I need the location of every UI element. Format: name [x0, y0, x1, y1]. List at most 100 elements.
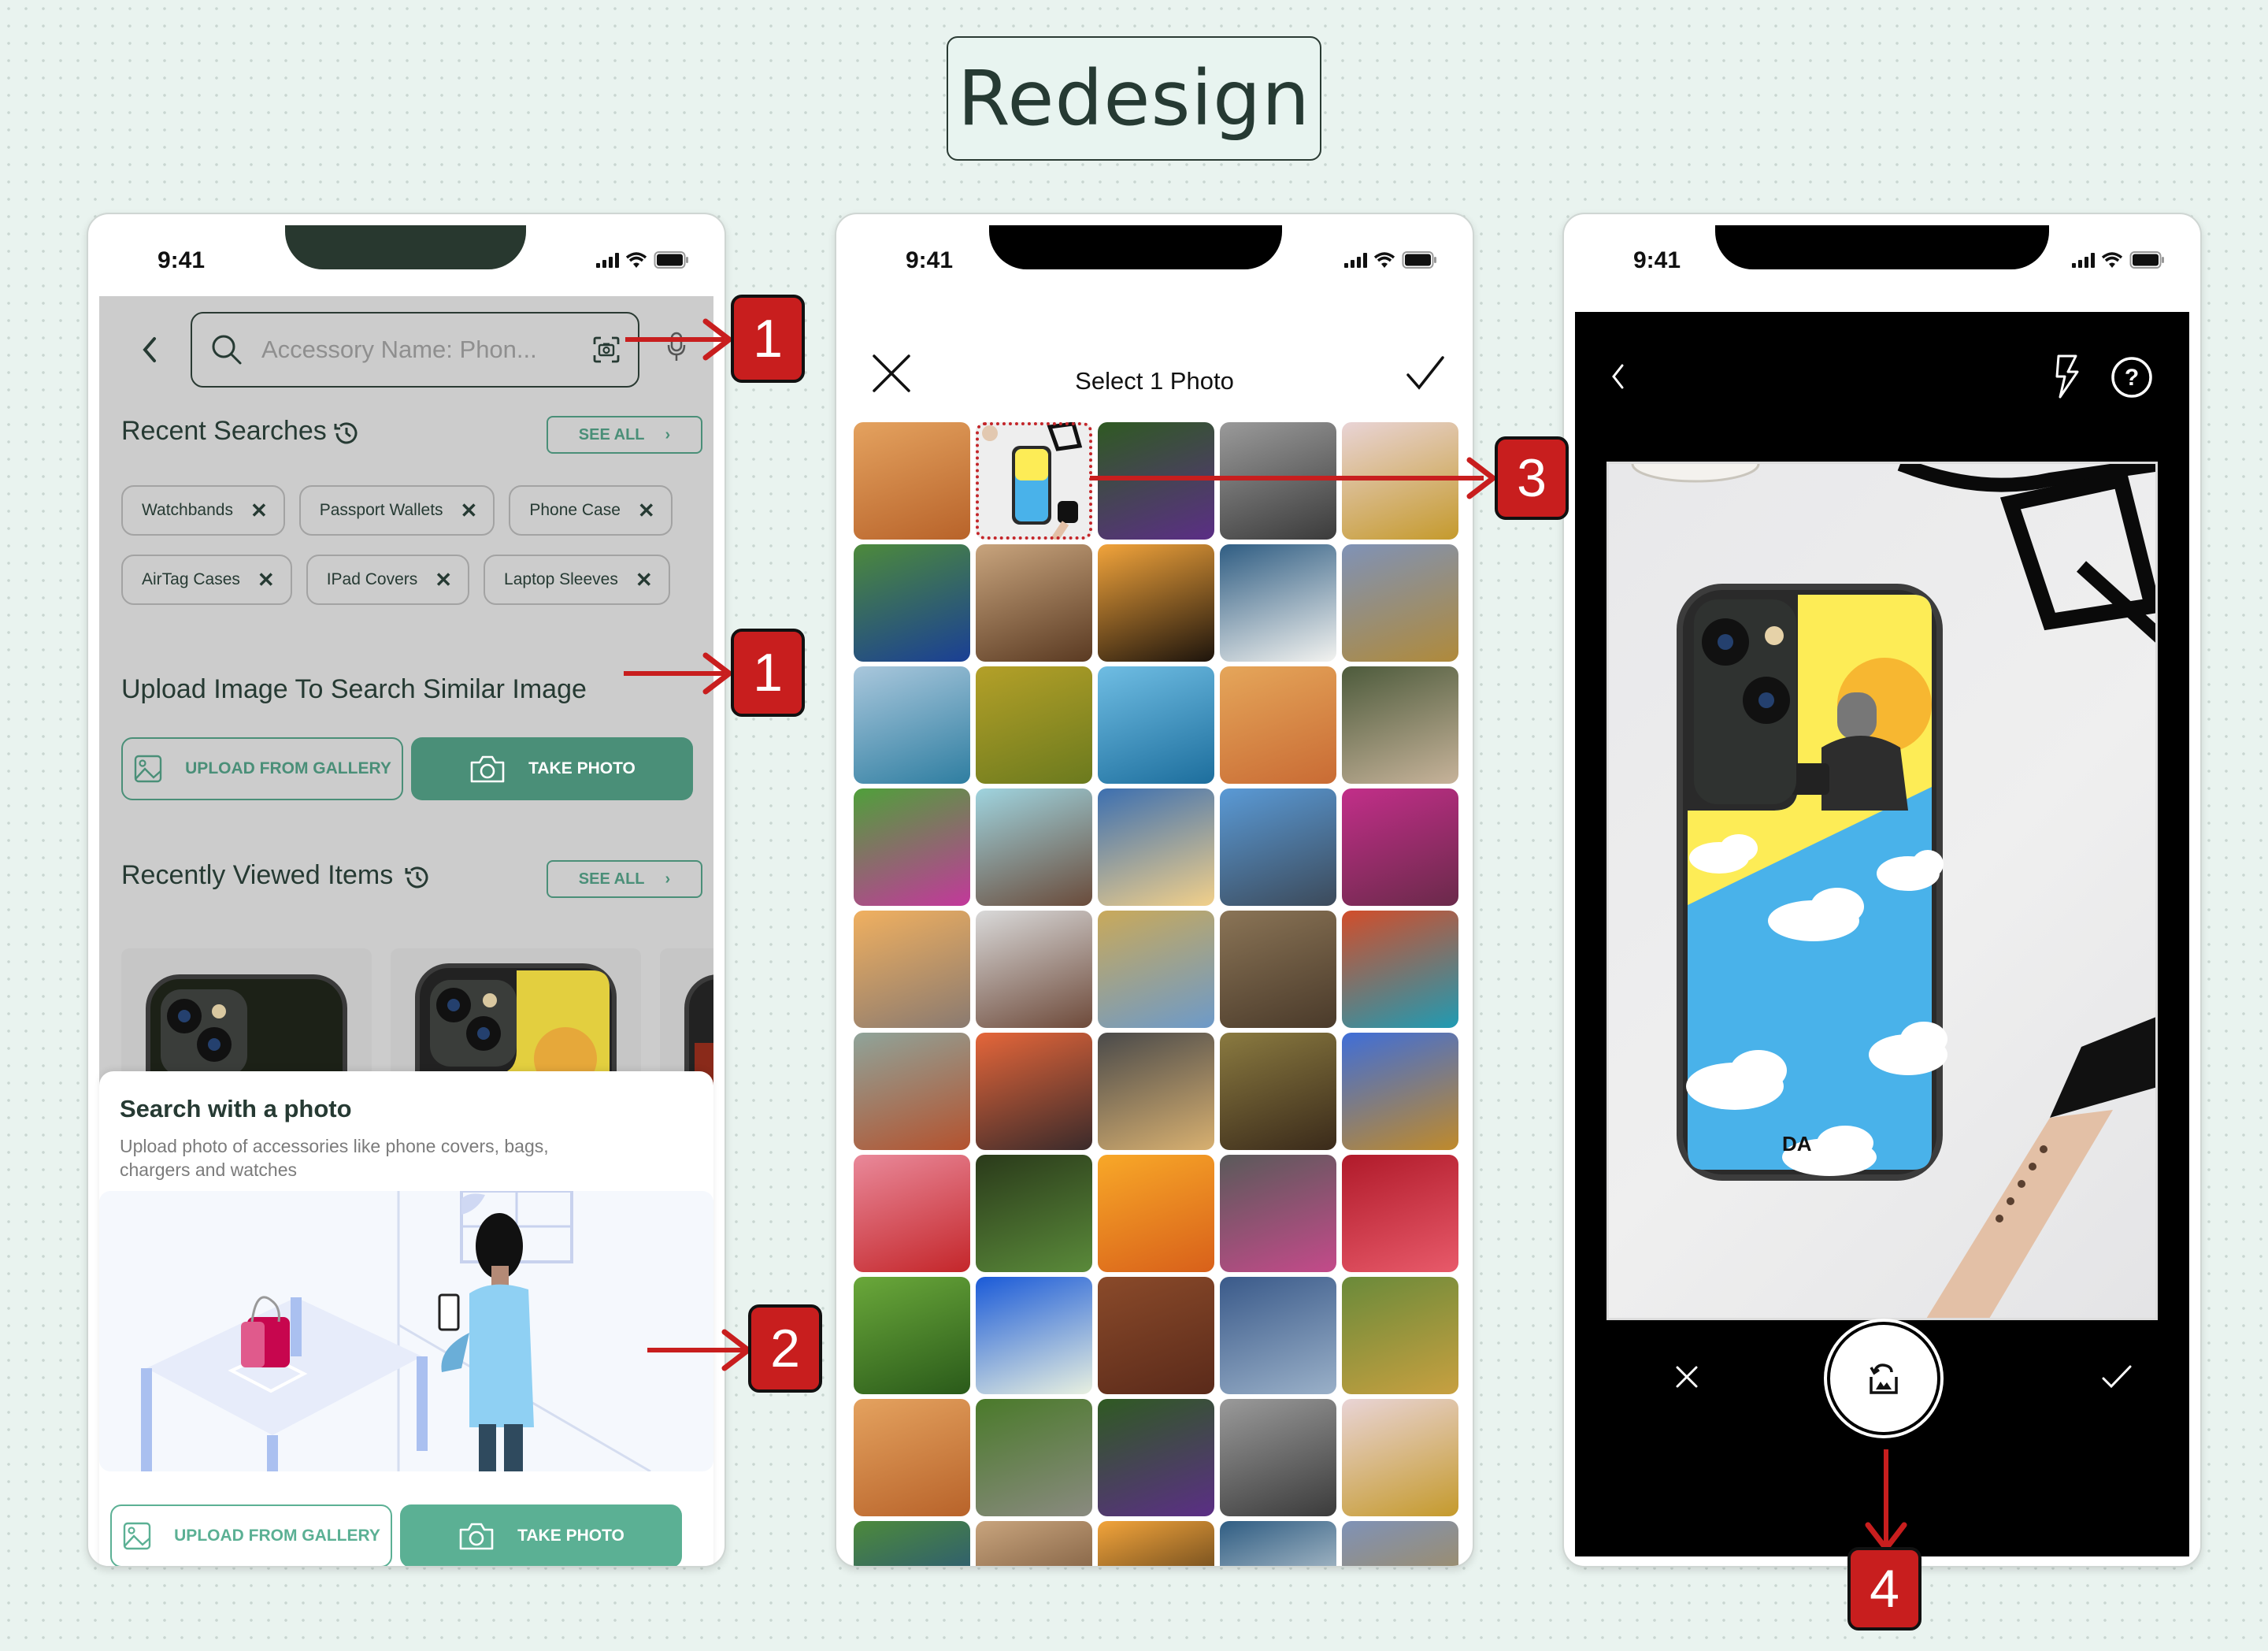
chevron-right-icon: › — [665, 870, 671, 888]
photo-tile-woman-portrait[interactable] — [1220, 666, 1336, 784]
photo-tile-orange-sky[interactable] — [1098, 1155, 1214, 1272]
photo-tile-woman-hat[interactable] — [1342, 666, 1458, 784]
photo-tile-holi-dancer[interactable] — [1342, 788, 1458, 906]
signal-icon — [1344, 252, 1367, 268]
search-chip[interactable]: Laptop Sleeves ✕ — [484, 555, 670, 605]
annotation-badge-4: 4 — [1847, 1547, 1922, 1631]
search-bar[interactable] — [191, 312, 639, 388]
photo-tile-organ[interactable] — [976, 544, 1092, 662]
photo-tile-dirt-road[interactable] — [1098, 911, 1214, 1028]
wifi-icon — [2101, 252, 2123, 268]
photo-tile-wolves[interactable] — [1220, 1277, 1336, 1394]
page-title: Redesign — [947, 36, 1321, 161]
photo-tile-white-flower[interactable] — [1220, 1521, 1336, 1566]
flash-icon[interactable] — [2054, 354, 2081, 399]
take-photo-button[interactable]: TAKE PHOTO — [411, 737, 693, 800]
gallery-shutter-button[interactable] — [1830, 1325, 1937, 1432]
photo-tile-desert[interactable] — [854, 422, 970, 540]
photo-tile-railway[interactable] — [1220, 422, 1336, 540]
photo-tile-blue-butterfly[interactable] — [976, 666, 1092, 784]
remove-chip-icon[interactable]: ✕ — [638, 499, 655, 523]
brand-logo: DA — [1782, 1132, 1812, 1156]
search-with-photo-sheet: Search with a photo Upload photo of acce… — [99, 1071, 713, 1566]
photo-tile-cathedral-dome[interactable] — [1342, 1399, 1458, 1516]
gallery-icon — [123, 1522, 151, 1550]
photo-tile-bubbles[interactable] — [976, 1155, 1092, 1272]
notch — [285, 225, 526, 269]
photo-tile-mountain-lake[interactable] — [1342, 911, 1458, 1028]
see-all-recently-viewed-button[interactable]: SEE ALL › — [547, 860, 702, 898]
upload-label: UPLOAD FROM GALLERY — [185, 759, 391, 777]
search-icon — [212, 335, 242, 365]
photo-tile-abbey-ruins[interactable] — [1220, 911, 1336, 1028]
photo-tile-poppies[interactable] — [854, 1155, 970, 1272]
photo-tile-peacock[interactable] — [854, 544, 970, 662]
search-chip[interactable]: Passport Wallets ✕ — [298, 485, 495, 536]
photo-tile-blue-flower[interactable] — [1342, 1033, 1458, 1150]
remove-chip-icon[interactable]: ✕ — [636, 568, 653, 592]
photo-tile-beach-woman[interactable] — [976, 788, 1092, 906]
photo-tile-kayak[interactable] — [1098, 666, 1214, 784]
upload-section-title: Upload Image To Search Similar Image — [121, 674, 587, 704]
search-chip[interactable]: IPad Covers ✕ — [306, 555, 470, 605]
search-chip[interactable]: Watchbands ✕ — [121, 485, 285, 536]
upload-from-gallery-button[interactable]: UPLOAD FROM GALLERY — [121, 737, 403, 800]
photo-tile-candles[interactable] — [1098, 1521, 1214, 1566]
photo-tile-white-flower[interactable] — [1220, 544, 1336, 662]
photo-tile-snow-sunset[interactable] — [1098, 788, 1214, 906]
annotation-badge-1b: 1 — [731, 629, 805, 717]
sheet-upload-from-gallery-button[interactable]: UPLOAD FROM GALLERY — [110, 1504, 392, 1566]
photo-tile-textured-waves[interactable] — [1342, 544, 1458, 662]
photo-tile-eiffel-tower[interactable] — [1220, 788, 1336, 906]
remove-chip-icon[interactable]: ✕ — [461, 499, 478, 523]
photo-tile-railway[interactable] — [1220, 1399, 1336, 1516]
chip-label: Passport Wallets — [319, 501, 443, 519]
photo-tile-butterfly[interactable] — [1098, 422, 1214, 540]
help-icon[interactable]: ? — [2110, 356, 2153, 399]
camera-scan-icon[interactable] — [592, 336, 621, 364]
photo-tile-family-walk[interactable] — [1342, 1277, 1458, 1394]
photo-tile-hazelnuts[interactable] — [1098, 1277, 1214, 1394]
photo-tile-phone-case[interactable] — [976, 422, 1092, 540]
sheet-take-photo-button[interactable]: TAKE PHOTO — [400, 1504, 682, 1566]
back-chevron-icon[interactable] — [1610, 362, 1627, 391]
photo-tile-butterfly[interactable] — [1098, 1399, 1214, 1516]
photo-tile-lighthouse[interactable] — [854, 666, 970, 784]
photo-tile-candles[interactable] — [1098, 544, 1214, 662]
search-chip[interactable]: Phone Case ✕ — [509, 485, 673, 536]
photo-tile-geese[interactable] — [976, 1399, 1092, 1516]
photo-tile-cathedral-dome[interactable] — [1342, 422, 1458, 540]
photo-tile-city-street[interactable] — [976, 911, 1092, 1028]
photo-tile-textured-waves[interactable] — [1342, 1521, 1458, 1566]
remove-chip-icon[interactable]: ✕ — [250, 499, 268, 523]
microphone-icon[interactable] — [666, 331, 687, 362]
confirm-check-icon[interactable] — [1405, 354, 1446, 391]
photo-tile-cathedral-arches[interactable] — [1220, 1033, 1336, 1150]
photo-tile-beach-couple[interactable] — [854, 911, 970, 1028]
see-all-recent-searches-button[interactable]: SEE ALL › — [547, 416, 702, 454]
confirm-check-icon[interactable] — [2101, 1364, 2133, 1389]
cancel-x-icon[interactable] — [1674, 1364, 1699, 1389]
gallery-switch-icon — [1870, 1363, 1898, 1394]
search-input[interactable] — [261, 336, 592, 364]
search-chip[interactable]: AirTag Cases ✕ — [121, 555, 292, 605]
photo-tile-lighthouse-storm[interactable] — [1098, 1033, 1214, 1150]
photo-tile-peacock[interactable] — [854, 1521, 970, 1566]
status-time: 9:41 — [906, 247, 954, 273]
remove-chip-icon[interactable]: ✕ — [435, 568, 452, 592]
remove-chip-icon[interactable]: ✕ — [258, 568, 275, 592]
back-chevron-icon[interactable] — [140, 334, 159, 365]
arrow-head-icon — [702, 318, 734, 361]
photo-tile-makeup-palette[interactable] — [1220, 1155, 1336, 1272]
photo-tile-sunset-reflection[interactable] — [976, 1033, 1092, 1150]
photo-tile-curly-hair[interactable] — [854, 1033, 970, 1150]
photo-tile-pomegranate[interactable] — [1342, 1155, 1458, 1272]
chip-label: Laptop Sleeves — [504, 570, 618, 588]
status-icons — [1344, 250, 1438, 269]
photo-tile-organ[interactable] — [976, 1521, 1092, 1566]
photo-tile-clover-flowers[interactable] — [854, 788, 970, 906]
photo-tile-lemonade[interactable] — [976, 1277, 1092, 1394]
photo-tile-desert[interactable] — [854, 1399, 970, 1516]
chevron-right-icon: › — [665, 425, 671, 443]
photo-tile-green-leaves[interactable] — [854, 1277, 970, 1394]
